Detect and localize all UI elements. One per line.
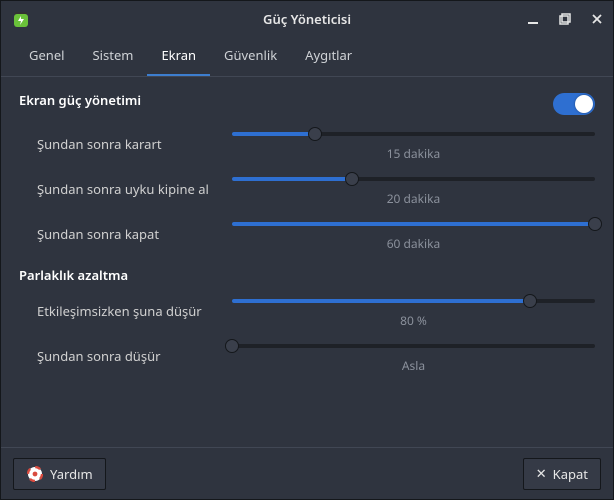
titlebar: Güç Yöneticisi	[1, 1, 613, 37]
row-blank-after: Şundan sonra karart 15 dakika	[19, 125, 595, 162]
tabbar: Genel Sistem Ekran Güvenlik Aygıtlar	[1, 37, 613, 77]
slider-thumb[interactable]	[523, 294, 537, 308]
slider-fill	[232, 222, 595, 226]
tab-devices[interactable]: Aygıtlar	[291, 36, 366, 76]
slider-fill	[232, 177, 352, 181]
display-power-header: Ekran güç yönetimi	[19, 91, 595, 117]
label-sleep-after: Şundan sonra uyku kipine al	[37, 180, 232, 198]
slider-fill	[232, 132, 315, 136]
value-off-after: 60 dakika	[232, 235, 595, 252]
slider-sleep-after[interactable]	[232, 170, 595, 188]
value-blank-after: 15 dakika	[232, 145, 595, 162]
slider-reduce-after[interactable]	[232, 337, 595, 355]
close-window-button[interactable]	[587, 9, 607, 29]
slider-off-after-wrap: 60 dakika	[232, 215, 595, 252]
tab-security[interactable]: Güvenlik	[210, 36, 291, 76]
value-reduce-after: Asla	[232, 357, 595, 374]
label-blank-after: Şundan sonra karart	[37, 135, 232, 153]
row-sleep-after: Şundan sonra uyku kipine al 20 dakika	[19, 170, 595, 207]
value-reduce-to: 80 %	[232, 312, 595, 329]
tab-system[interactable]: Sistem	[79, 36, 148, 76]
value-sleep-after: 20 dakika	[232, 190, 595, 207]
brightness-title: Parlaklık azaltma	[19, 266, 595, 284]
label-off-after: Şundan sonra kapat	[37, 225, 232, 243]
minimize-button[interactable]	[523, 9, 543, 29]
slider-reduce-after-wrap: Asla	[232, 337, 595, 374]
battery-app-icon	[11, 9, 31, 29]
slider-reduce-to[interactable]	[232, 292, 595, 310]
toggle-knob	[575, 95, 593, 113]
help-button-label: Yardım	[50, 465, 93, 483]
brightness-section: Parlaklık azaltma Etkileşimsizken şuna d…	[19, 266, 595, 374]
power-manager-window: Güç Yöneticisi Genel Sistem Ekran Gü	[0, 0, 614, 500]
slider-blank-after-wrap: 15 dakika	[232, 125, 595, 162]
slider-off-after[interactable]	[232, 215, 595, 233]
slider-thumb[interactable]	[225, 339, 239, 353]
slider-thumb[interactable]	[588, 217, 602, 231]
slider-sleep-after-wrap: 20 dakika	[232, 170, 595, 207]
close-icon: ✕	[536, 467, 547, 480]
slider-fill	[232, 299, 530, 303]
window-title: Güç Yöneticisi	[263, 10, 351, 28]
label-reduce-to: Etkileşimsizken şuna düşür	[37, 302, 232, 320]
tab-display[interactable]: Ekran	[147, 36, 210, 76]
row-off-after: Şundan sonra kapat 60 dakika	[19, 215, 595, 252]
slider-rail	[232, 344, 595, 348]
label-reduce-after: Şundan sonra düşür	[37, 347, 232, 365]
slider-reduce-to-wrap: 80 %	[232, 292, 595, 329]
window-controls	[523, 9, 607, 29]
close-button[interactable]: ✕ Kapat	[523, 458, 601, 490]
footer: Yardım ✕ Kapat	[1, 447, 613, 499]
close-button-label: Kapat	[553, 465, 588, 483]
content-pane: Ekran güç yönetimi Şundan sonra karart 1…	[1, 77, 613, 447]
help-icon	[26, 465, 44, 483]
slider-thumb[interactable]	[345, 172, 359, 186]
slider-thumb[interactable]	[308, 127, 322, 141]
maximize-button[interactable]	[555, 9, 575, 29]
slider-blank-after[interactable]	[232, 125, 595, 143]
display-power-toggle[interactable]	[553, 93, 595, 115]
display-power-title: Ekran güç yönetimi	[19, 91, 141, 109]
row-reduce-after: Şundan sonra düşür Asla	[19, 337, 595, 374]
help-button[interactable]: Yardım	[13, 458, 106, 490]
row-reduce-to: Etkileşimsizken şuna düşür 80 %	[19, 292, 595, 329]
tab-general[interactable]: Genel	[15, 36, 79, 76]
